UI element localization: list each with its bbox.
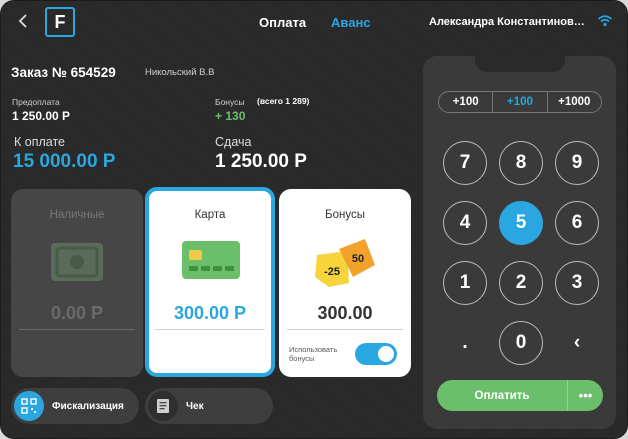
manager-name: Никольский В.В: [145, 67, 215, 78]
credit-card-icon: [182, 241, 240, 279]
preset-plus-1000[interactable]: +1000: [546, 92, 601, 112]
fiscalization-label: Фискализация: [52, 400, 124, 412]
order-title: Заказ № 654529: [11, 65, 116, 80]
bonus-method-card[interactable]: Бонусы -25 50 300.00 Использовать бонусы: [279, 189, 411, 377]
pos-screen: F Оплата Аванс Александра Константинов… …: [0, 0, 628, 439]
bonus-divider: [287, 329, 403, 330]
tag-50: 50: [352, 253, 364, 265]
change-value: 1 250.00 Р: [215, 151, 307, 172]
key-decimal[interactable]: .: [443, 321, 487, 365]
app-logo: F: [45, 7, 75, 37]
panel-notch: [475, 56, 565, 72]
change-label: Сдача: [215, 135, 252, 149]
pay-button[interactable]: Оплатить: [437, 380, 567, 411]
key-4[interactable]: 4: [443, 201, 487, 245]
cash-method-card[interactable]: Наличные 0.00 Р: [11, 189, 143, 377]
key-1[interactable]: 1: [443, 261, 487, 305]
key-backspace[interactable]: ‹: [555, 321, 599, 365]
bonus-value: + 130: [215, 109, 246, 123]
logo-letter: F: [54, 11, 66, 32]
prepay-value: 1 250.00 Р: [12, 109, 71, 123]
receipt-button[interactable]: Чек: [145, 388, 273, 424]
key-9[interactable]: 9: [555, 141, 599, 185]
qr-code-icon: [14, 391, 44, 421]
card-method-card[interactable]: Карта 300.00 Р: [145, 187, 275, 377]
user-name[interactable]: Александра Константинов…: [429, 16, 585, 28]
key-3[interactable]: 3: [555, 261, 599, 305]
to-pay-value: 15 000.00 Р: [13, 151, 116, 172]
amount-presets: +100 +100 +1000: [438, 91, 602, 113]
discount-tags-icon: -25 50: [313, 237, 379, 287]
key-7[interactable]: 7: [443, 141, 487, 185]
cash-title: Наличные: [49, 209, 105, 221]
card-divider: [155, 329, 265, 330]
bonus-total: (всего 1 289): [257, 96, 310, 106]
preset-plus-100-active[interactable]: +100: [492, 92, 546, 112]
use-bonus-toggle[interactable]: [355, 343, 397, 365]
tag-minus-25: -25: [324, 266, 340, 278]
use-bonus-label: Использовать бонусы: [289, 345, 338, 363]
key-2[interactable]: 2: [499, 261, 543, 305]
key-0[interactable]: 0: [499, 321, 543, 365]
wifi-icon: [597, 13, 613, 29]
card-title: Карта: [194, 209, 226, 221]
bonus-title: Бонусы: [325, 209, 365, 221]
top-bar: F Оплата Аванс Александра Константинов…: [1, 1, 627, 43]
fiscalization-button[interactable]: Фискализация: [11, 388, 139, 424]
key-8[interactable]: 8: [499, 141, 543, 185]
preset-plus-100[interactable]: +100: [439, 92, 492, 112]
chevron-left-icon[interactable]: [15, 12, 33, 30]
banknote-icon: [51, 243, 103, 281]
receipt-icon: [148, 391, 178, 421]
cash-amount: 0.00 Р: [50, 303, 104, 323]
to-pay-label: К оплате: [14, 135, 65, 149]
prepay-label: Предоплата: [12, 97, 60, 107]
tab-advance[interactable]: Аванс: [331, 15, 371, 30]
key-6[interactable]: 6: [555, 201, 599, 245]
pay-button-group: Оплатить •••: [437, 380, 603, 411]
cash-divider: [19, 329, 135, 330]
receipt-label: Чек: [186, 400, 204, 412]
bonus-label: Бонусы: [215, 97, 245, 107]
tab-payment[interactable]: Оплата: [259, 15, 306, 30]
bonus-amount: 300.00: [317, 303, 373, 323]
toggle-knob: [378, 346, 394, 362]
more-options-button[interactable]: •••: [567, 380, 603, 411]
card-amount: 300.00 Р: [173, 303, 247, 323]
key-5[interactable]: 5: [499, 201, 543, 245]
